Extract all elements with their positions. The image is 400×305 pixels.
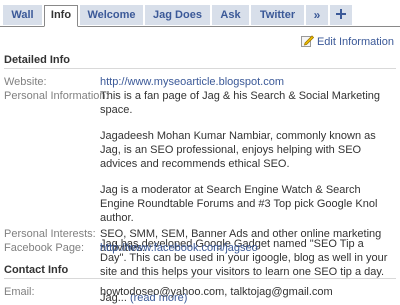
- tab-ask[interactable]: Ask: [212, 5, 249, 25]
- plus-icon: [336, 9, 346, 19]
- website-label: Website:: [4, 76, 47, 88]
- tab-wall[interactable]: Wall: [3, 5, 42, 25]
- email-value: howtodoseo@yahoo.com, talktojag@gmail.co…: [100, 286, 333, 298]
- add-tab-button[interactable]: [330, 5, 352, 25]
- website-link[interactable]: http://www.myseoarticle.blogspot.com: [100, 75, 390, 89]
- personal-information-label: Personal Information:: [4, 90, 109, 102]
- tab-jag-does[interactable]: Jag Does: [145, 5, 210, 25]
- detailed-info-heading: Detailed Info: [4, 54, 71, 66]
- personal-paragraph: This is a fan page of Jag & his Search &…: [100, 90, 381, 116]
- section-divider: [4, 68, 396, 69]
- personal-interests-label: Personal Interests:: [4, 228, 96, 240]
- tab-welcome[interactable]: Welcome: [80, 5, 143, 25]
- personal-information-value: This is a fan page of Jag & his Search &…: [100, 89, 390, 305]
- section-divider: [4, 278, 396, 279]
- tab-bar: Wall Info Welcome Jag Does Ask Twitter »: [0, 0, 400, 27]
- edit-information-label: Edit Information: [316, 36, 394, 48]
- more-tabs-button[interactable]: »: [306, 5, 328, 25]
- facebook-page-link[interactable]: http://www.facebook.com/jagseo: [100, 241, 390, 255]
- facebook-page-label: Facebook Page:: [4, 242, 85, 254]
- edit-information-link[interactable]: Edit Information: [300, 34, 394, 48]
- email-label: Email:: [4, 286, 35, 298]
- tab-twitter[interactable]: Twitter: [251, 5, 304, 25]
- contact-info-heading: Contact Info: [4, 264, 69, 276]
- personal-paragraph: Jag is a moderator at Search Engine Watc…: [100, 184, 378, 224]
- tab-info[interactable]: Info: [44, 5, 78, 27]
- website-link-text[interactable]: http://www.myseoarticle.blogspot.com: [100, 76, 284, 88]
- pencil-icon: [300, 35, 315, 47]
- personal-paragraph: Jagadeesh Mohan Kumar Nambiar, commonly …: [100, 130, 376, 170]
- facebook-page-link-text[interactable]: http://www.facebook.com/jagseo: [100, 242, 258, 254]
